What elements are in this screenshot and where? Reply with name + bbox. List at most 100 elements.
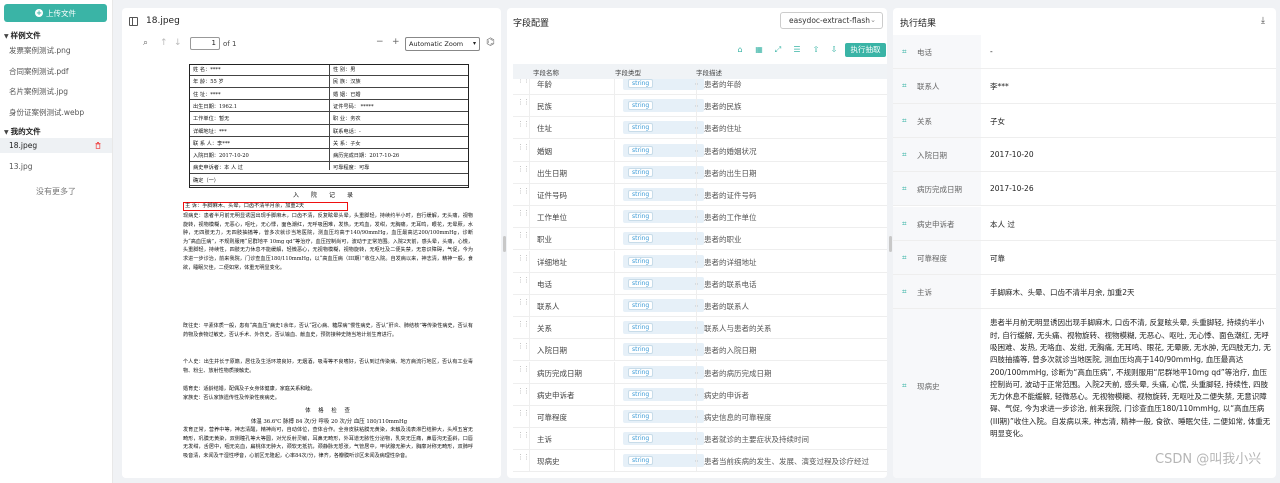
type-tag: string	[628, 212, 654, 222]
drag-handle-icon[interactable]	[517, 146, 521, 155]
field-icon: ⌗	[902, 47, 907, 57]
result-value[interactable]: 手脚麻木、头晕、口齿不清半月余, 加重2天	[990, 287, 1135, 298]
field-type-select[interactable]: string⌄	[623, 254, 704, 268]
zoom-out-icon[interactable]: −	[376, 37, 384, 47]
grid-icon[interactable]: ▦	[754, 45, 764, 55]
sidebar-file-item[interactable]: 名片案例测试.jpg	[9, 86, 68, 97]
field-type-select[interactable]: string⌄	[623, 299, 704, 312]
result-value[interactable]: 2017-10-20	[990, 150, 1034, 159]
download-icon[interactable]: ⤓	[1261, 16, 1270, 26]
field-row[interactable]: 详细地址 string⌄患者的详细地址	[513, 250, 887, 273]
expand-icon[interactable]: ⤢	[773, 45, 783, 55]
field-row[interactable]: 出生日期 string⌄患者的出生日期	[513, 161, 887, 184]
home-icon[interactable]: ⌂	[735, 45, 745, 55]
upload-file-button[interactable]: + 上传文件	[4, 4, 107, 22]
drag-handle-icon[interactable]	[517, 212, 521, 221]
field-row[interactable]: 婚姻 string⌄患者的婚姻状况	[513, 139, 887, 162]
field-type-select[interactable]: string⌄	[623, 99, 704, 113]
drag-handle-icon[interactable]	[517, 123, 521, 132]
zoom-select[interactable]: Automatic Zoom ▾	[405, 37, 480, 51]
drag-handle-icon[interactable]	[517, 456, 521, 465]
drag-handle-icon[interactable]	[517, 434, 521, 443]
field-type-select[interactable]: string⌄	[623, 343, 704, 357]
upload-icon[interactable]: ⇧	[811, 45, 821, 55]
field-type-select[interactable]: string⌄	[623, 365, 704, 379]
field-icon: ⌗	[902, 218, 907, 228]
result-value[interactable]: 可靠	[990, 253, 1005, 264]
drag-handle-icon[interactable]	[517, 368, 521, 377]
drag-handle-icon[interactable]	[517, 390, 521, 399]
sidebar-file-item[interactable]: 13.jpg	[9, 162, 33, 171]
engine-select[interactable]: easydoc-extract-flash ⌄	[780, 12, 883, 29]
field-row[interactable]: 主诉 string⌄患者就诊的主要症状及持续时间	[513, 428, 887, 451]
field-row[interactable]: 病史申诉者 string⌄病史的申诉者	[513, 383, 887, 406]
field-row[interactable]: 工作单位 string⌄患者的工作单位	[513, 206, 887, 229]
sidebar-file-item-active[interactable]: 18.jpeg	[9, 141, 37, 150]
field-row[interactable]: 证件号码 string⌄患者的证件号码	[513, 184, 887, 206]
form-row: 联 系 人：李*** 关 系：子女	[190, 139, 468, 150]
field-type-select[interactable]: string⌄	[623, 387, 704, 401]
drag-handle-icon[interactable]	[517, 412, 521, 421]
field-type-select[interactable]: string⌄	[623, 276, 704, 290]
resize-handle[interactable]	[503, 236, 506, 252]
form-cell: 联 系 人：李***	[193, 140, 231, 147]
sidebar-file-item[interactable]: 合同案例测试.pdf	[9, 66, 69, 77]
field-row[interactable]: 电话 string⌄患者的联系电话	[513, 272, 887, 295]
arrow-up-icon[interactable]: ↑	[160, 38, 168, 48]
result-value[interactable]: 患者半月前无明显诱因出现手脚麻木, 口齿不清, 反复眩头晕, 头重脚轻, 持续约…	[990, 317, 1272, 440]
field-type-select[interactable]: string⌄	[623, 454, 704, 468]
sidebar-file-item[interactable]: 身份证案例测试.webp	[9, 107, 84, 118]
result-value[interactable]: 本人 过	[990, 219, 1015, 230]
drag-handle-icon[interactable]	[517, 279, 521, 288]
arrow-down-icon[interactable]: ↓	[174, 38, 182, 48]
field-icon: ⌗	[902, 252, 907, 262]
result-header: 执行结果 ⤓	[893, 8, 1276, 34]
page-number-input[interactable]: 1	[190, 37, 220, 50]
drag-handle-icon[interactable]	[517, 257, 521, 266]
field-row[interactable]: 关系 string⌄联系人与患者的关系	[513, 317, 887, 340]
field-type-select[interactable]: string⌄	[623, 321, 704, 335]
drag-handle-icon[interactable]	[517, 168, 521, 177]
drag-handle-icon[interactable]	[517, 323, 521, 332]
field-type-select[interactable]: string⌄	[623, 79, 704, 90]
result-value[interactable]: 李***	[990, 81, 1009, 92]
field-row[interactable]: 可靠程度 string⌄病史信息的可靠程度	[513, 406, 887, 428]
field-type-select[interactable]: string⌄	[623, 432, 704, 446]
drag-handle-icon[interactable]	[517, 345, 521, 354]
download-icon[interactable]: ⇩	[829, 45, 839, 55]
field-type-select[interactable]: string⌄	[623, 121, 704, 135]
field-row[interactable]: 病历完成日期 string⌄患者的病历完成日期	[513, 361, 887, 384]
field-type-select[interactable]: string⌄	[623, 210, 704, 224]
tools-menu-icon[interactable]: ⌬	[486, 37, 495, 48]
delete-icon[interactable]	[95, 142, 101, 149]
list-icon[interactable]: ☰	[792, 45, 802, 55]
field-row[interactable]: 住址 string⌄患者的住址	[513, 117, 887, 140]
zoom-in-icon[interactable]: +	[392, 37, 400, 47]
field-type-select[interactable]: string⌄	[623, 143, 704, 157]
result-value[interactable]: -	[990, 47, 993, 56]
drag-handle-icon[interactable]	[517, 79, 521, 88]
sidebar-file-item[interactable]: 发票案例测试.png	[9, 45, 71, 56]
field-row[interactable]: 年龄 string⌄患者的年龄	[513, 79, 887, 95]
drag-handle-icon[interactable]	[517, 101, 521, 110]
drag-handle-icon[interactable]	[517, 234, 521, 243]
run-extract-button[interactable]: 执行抽取	[845, 43, 886, 57]
sample-files-section[interactable]: ▼ 样例文件	[4, 30, 41, 41]
resize-handle[interactable]	[889, 236, 892, 252]
result-row: ⌗ 病史申诉者 本人 过	[893, 206, 1276, 241]
field-row[interactable]: 民族 string⌄患者的民族	[513, 95, 887, 118]
result-value[interactable]: 子女	[990, 116, 1005, 127]
drag-handle-icon[interactable]	[517, 301, 521, 310]
drag-handle-icon[interactable]	[517, 190, 521, 199]
my-files-section[interactable]: ▼ 我的文件	[4, 126, 41, 137]
field-type-select[interactable]: string⌄	[623, 188, 704, 201]
field-row[interactable]: 现病史 string⌄患者当前疾病的发生、发展、演变过程及诊疗经过	[513, 450, 887, 473]
field-type-select[interactable]: string⌄	[623, 232, 704, 246]
field-type-select[interactable]: string⌄	[623, 165, 704, 179]
search-icon[interactable]: ⌕	[143, 38, 148, 48]
field-row[interactable]: 职业 string⌄患者的职业	[513, 228, 887, 251]
field-row[interactable]: 入院日期 string⌄患者的入院日期	[513, 339, 887, 362]
field-row[interactable]: 联系人 string⌄患者的联系人	[513, 295, 887, 317]
result-value[interactable]: 2017-10-26	[990, 184, 1034, 193]
field-type-select[interactable]: string⌄	[623, 410, 704, 423]
